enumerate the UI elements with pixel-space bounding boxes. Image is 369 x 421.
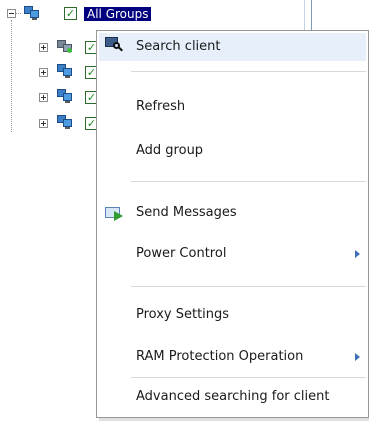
menu-separator xyxy=(131,181,366,182)
menu-item-refresh[interactable]: Refresh xyxy=(99,93,366,121)
collapse-toggle-icon[interactable] xyxy=(7,9,16,18)
menu-separator xyxy=(131,71,366,72)
menu-item-add-group[interactable]: Add group xyxy=(99,137,366,165)
group-computers-icon xyxy=(57,89,73,103)
expand-toggle-icon[interactable] xyxy=(39,119,48,128)
submenu-arrow-icon xyxy=(355,353,360,361)
group-computers-icon xyxy=(57,115,73,129)
all-groups-label[interactable]: All Groups xyxy=(84,7,152,21)
menu-item-advanced-search[interactable]: Advanced searching for client xyxy=(99,383,366,411)
menu-separator xyxy=(131,286,366,287)
menu-item-send-messages[interactable]: Send Messages xyxy=(99,199,366,227)
search-client-icon xyxy=(105,37,123,53)
menu-item-power-control[interactable]: Power Control xyxy=(99,240,366,268)
tree-connector xyxy=(16,13,21,14)
all-groups-checkbox[interactable]: ✓ xyxy=(64,7,77,20)
expand-toggle-icon[interactable] xyxy=(39,68,48,77)
tree-guide-line xyxy=(11,20,12,132)
menu-item-label: RAM Protection Operation xyxy=(136,349,304,364)
menu-item-proxy-settings[interactable]: Proxy Settings xyxy=(99,301,366,329)
context-menu: Search client Refresh Add group Send Mes… xyxy=(96,30,369,418)
expand-toggle-icon[interactable] xyxy=(39,43,48,52)
send-message-icon xyxy=(105,205,125,221)
menu-item-label: Proxy Settings xyxy=(136,307,230,322)
menu-item-label: Send Messages xyxy=(136,205,237,220)
menu-item-search-client[interactable]: Search client xyxy=(99,33,366,61)
group-computers-icon xyxy=(24,6,40,20)
menu-separator xyxy=(131,377,366,378)
menu-item-label: Add group xyxy=(136,143,204,158)
menu-item-ram-protection[interactable]: RAM Protection Operation xyxy=(99,343,366,371)
expand-toggle-icon[interactable] xyxy=(39,93,48,102)
menu-item-label: Power Control xyxy=(136,246,227,261)
client-computer-icon xyxy=(57,40,73,54)
menu-item-label: Advanced searching for client xyxy=(136,389,330,404)
menu-item-label: Search client xyxy=(136,39,221,54)
menu-item-label: Refresh xyxy=(136,99,186,114)
submenu-arrow-icon xyxy=(355,250,360,258)
panel-scrollbar-edge xyxy=(311,0,312,30)
group-computers-icon xyxy=(57,64,73,78)
panel-divider xyxy=(304,0,305,30)
